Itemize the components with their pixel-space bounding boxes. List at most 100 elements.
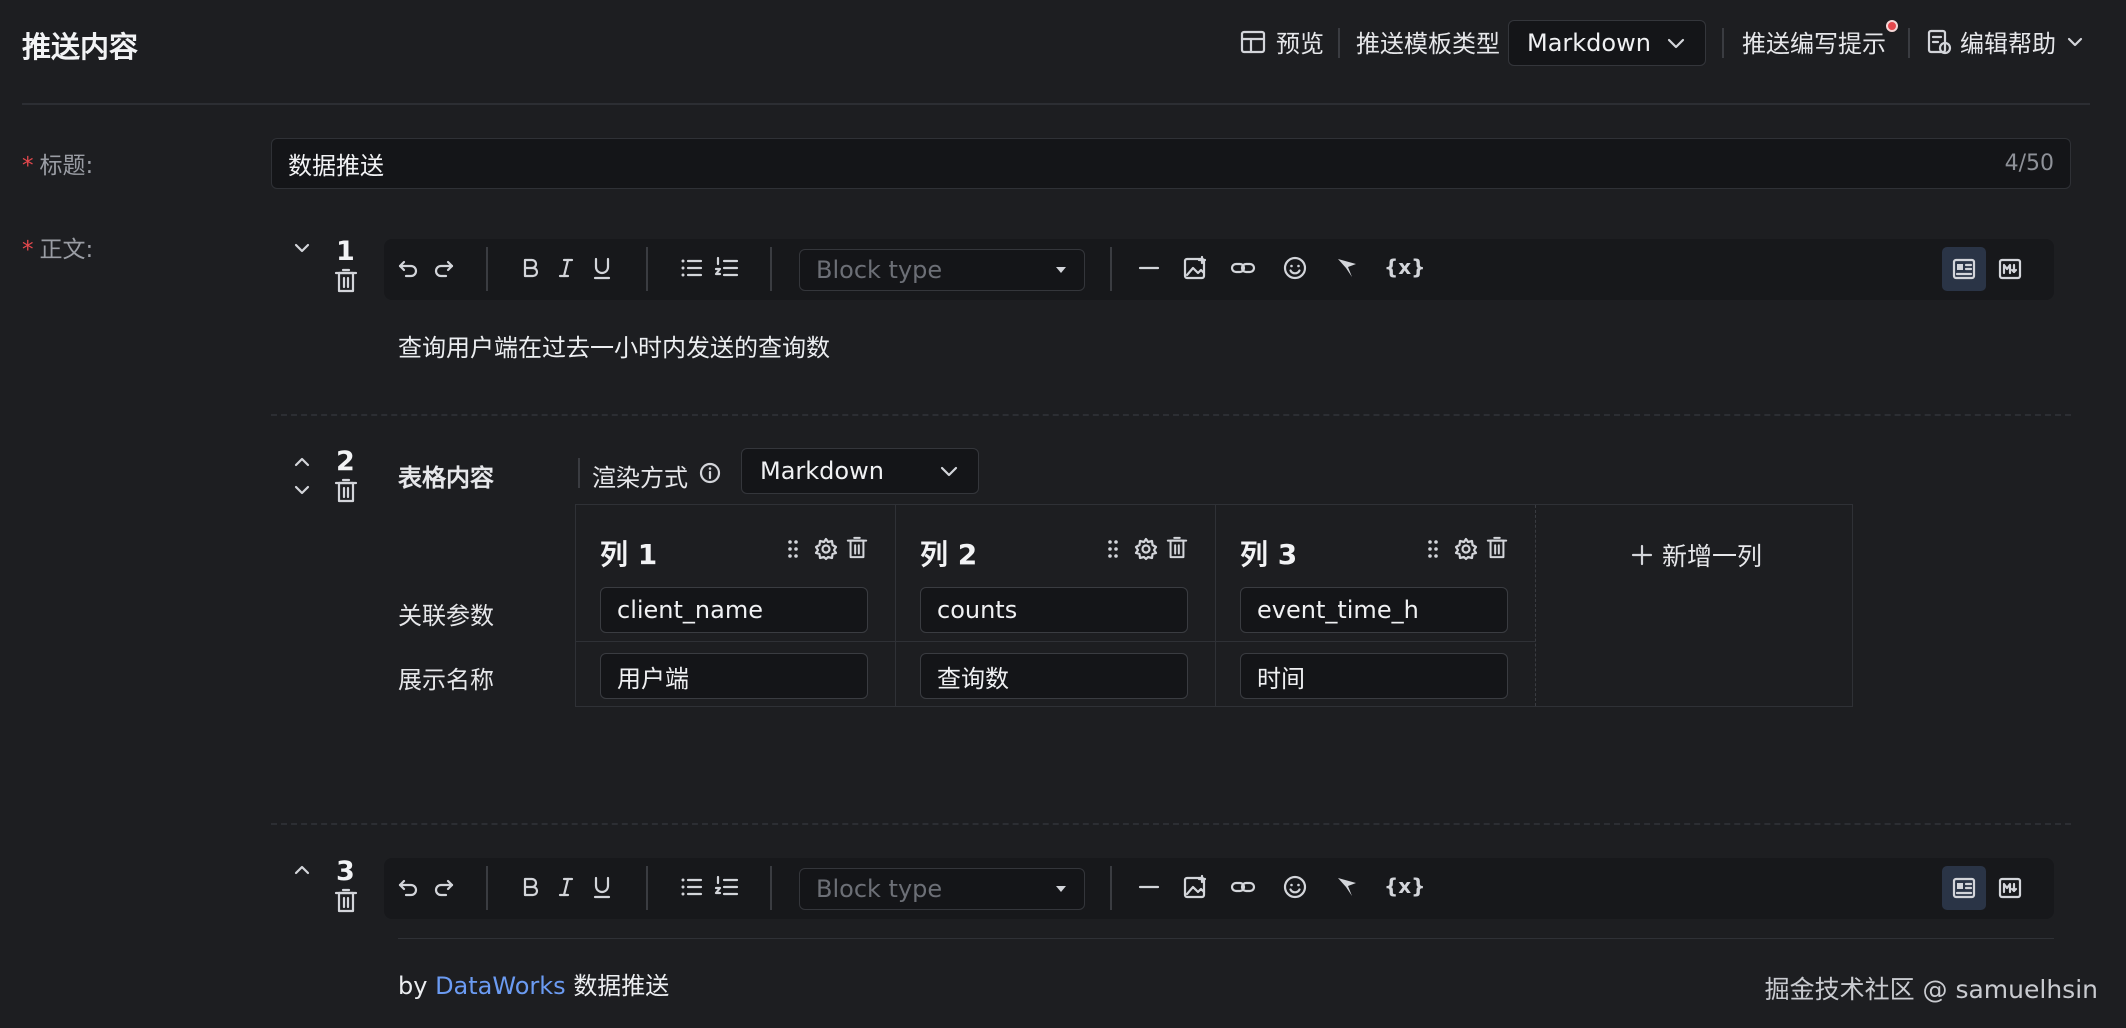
toolbar-separator xyxy=(486,866,488,910)
info-icon[interactable] xyxy=(698,461,722,485)
link-icon[interactable] xyxy=(1230,874,1256,900)
display-name-input[interactable]: 时间 xyxy=(1240,653,1508,699)
row-label-display: 展示名称 xyxy=(398,666,494,694)
block-number: 3 xyxy=(336,856,355,887)
underline-icon[interactable] xyxy=(590,874,614,900)
bold-icon[interactable] xyxy=(518,874,542,900)
redo-icon[interactable] xyxy=(430,874,456,900)
underline-icon[interactable] xyxy=(590,255,614,281)
undo-icon[interactable] xyxy=(396,874,422,900)
required-mark: * xyxy=(22,153,34,179)
preview-button[interactable]: 预览 xyxy=(1240,24,1324,59)
emoji-icon[interactable] xyxy=(1282,255,1308,281)
markdown-mode-icon[interactable] xyxy=(1988,247,2032,291)
param-input[interactable]: client_name xyxy=(600,587,868,633)
drag-handle-icon[interactable] xyxy=(786,537,800,561)
column-grid: 列 1 client_name 用户端 列 2 counts 查询数 列 3 e… xyxy=(575,504,1853,707)
emoji-icon[interactable] xyxy=(1282,874,1308,900)
image-upload-icon[interactable] xyxy=(1182,874,1208,900)
title-field-label: * 标题: xyxy=(22,153,94,179)
content-prefix: by xyxy=(398,972,428,1000)
caret-down-icon xyxy=(1056,886,1066,892)
image-upload-icon[interactable] xyxy=(1182,255,1208,281)
column-3: 列 3 event_time_h 时间 xyxy=(1216,505,1536,706)
block-type-select[interactable]: Block type xyxy=(799,249,1085,291)
bold-icon[interactable] xyxy=(518,255,542,281)
horizontal-rule-icon[interactable] xyxy=(1136,874,1162,900)
table-block-label: 表格内容 xyxy=(398,464,494,492)
toolbar-underline xyxy=(398,938,2054,939)
move-down-chevron-icon[interactable] xyxy=(292,480,312,500)
toolbar-separator xyxy=(646,866,648,910)
trash-icon[interactable] xyxy=(334,888,358,914)
rich-text-mode-icon[interactable] xyxy=(1942,866,1986,910)
column-title: 列 3 xyxy=(1240,538,1298,571)
rich-text-mode-icon[interactable] xyxy=(1942,247,1986,291)
trash-icon[interactable] xyxy=(1486,536,1508,560)
column-2: 列 2 counts 查询数 xyxy=(896,505,1216,706)
horizontal-rule-icon[interactable] xyxy=(1136,255,1162,281)
preview-label: 预览 xyxy=(1276,30,1324,58)
row-label-param: 关联参数 xyxy=(398,602,494,630)
param-input[interactable]: counts xyxy=(920,587,1188,633)
markdown-mode-icon[interactable] xyxy=(1988,866,2032,910)
column-title: 列 1 xyxy=(600,538,658,571)
move-up-chevron-icon[interactable] xyxy=(292,452,312,472)
mention-icon[interactable] xyxy=(1334,255,1360,281)
numbered-list-icon[interactable] xyxy=(714,874,740,900)
toolbar-separator xyxy=(1110,866,1112,910)
edit-help-dropdown[interactable]: 编辑帮助 xyxy=(1926,24,2084,59)
trash-icon[interactable] xyxy=(1166,536,1188,560)
block-type-placeholder: Block type xyxy=(816,875,943,903)
redo-icon[interactable] xyxy=(430,255,456,281)
toolbar-separator xyxy=(646,247,648,291)
trash-icon[interactable] xyxy=(846,536,868,560)
bullet-list-icon[interactable] xyxy=(678,874,704,900)
gear-icon[interactable] xyxy=(1454,537,1478,561)
help-doc-icon xyxy=(1926,29,1952,55)
column-title: 列 2 xyxy=(920,538,978,571)
render-mode-value: Markdown xyxy=(760,457,884,485)
rich-text-toolbar: Block type {x} xyxy=(384,858,2054,919)
bullet-list-icon[interactable] xyxy=(678,255,704,281)
variable-insert-button[interactable]: {x} xyxy=(1384,255,1425,279)
numbered-list-icon[interactable] xyxy=(714,255,740,281)
gear-icon[interactable] xyxy=(814,537,838,561)
title-input[interactable]: 数据推送 4/50 xyxy=(271,138,2071,189)
render-mode-select[interactable]: Markdown xyxy=(741,448,979,494)
column-1: 列 1 client_name 用户端 xyxy=(576,505,896,706)
gear-icon[interactable] xyxy=(1134,537,1158,561)
template-type-select[interactable]: Markdown xyxy=(1508,20,1706,66)
param-input[interactable]: event_time_h xyxy=(1240,587,1508,633)
trash-icon[interactable] xyxy=(334,478,358,504)
block-divider xyxy=(271,414,2071,416)
undo-icon[interactable] xyxy=(396,255,422,281)
add-column-button[interactable]: 新增一列 xyxy=(1630,537,1762,573)
variable-insert-button[interactable]: {x} xyxy=(1384,874,1425,898)
collapse-chevron-down-icon[interactable] xyxy=(292,238,312,258)
mention-icon[interactable] xyxy=(1334,874,1360,900)
link-icon[interactable] xyxy=(1230,255,1256,281)
italic-icon[interactable] xyxy=(554,255,578,281)
block-text[interactable]: by DataWorks 数据推送 xyxy=(398,966,669,1001)
write-tips-label: 推送编写提示 xyxy=(1742,30,1886,58)
layout-icon xyxy=(1240,29,1266,55)
title-value: 数据推送 xyxy=(288,152,384,180)
italic-icon[interactable] xyxy=(554,874,578,900)
drag-handle-icon[interactable] xyxy=(1426,537,1440,561)
table-label-separator xyxy=(578,458,580,488)
move-up-chevron-icon[interactable] xyxy=(292,860,312,880)
display-name-input[interactable]: 查询数 xyxy=(920,653,1188,699)
header-divider xyxy=(22,103,2090,105)
chevron-down-icon xyxy=(938,460,960,482)
display-name-input[interactable]: 用户端 xyxy=(600,653,868,699)
trash-icon[interactable] xyxy=(334,268,358,294)
template-type-value: Markdown xyxy=(1527,29,1651,57)
block-text[interactable]: 查询用户端在过去一小时内发送的查询数 xyxy=(398,328,830,363)
block-number: 2 xyxy=(336,446,355,477)
write-tips-button[interactable]: 推送编写提示 xyxy=(1742,24,1886,59)
block-type-select[interactable]: Block type xyxy=(799,868,1085,910)
add-column-label: 新增一列 xyxy=(1662,542,1763,571)
drag-handle-icon[interactable] xyxy=(1106,537,1120,561)
dataworks-link[interactable]: DataWorks xyxy=(435,972,566,1000)
